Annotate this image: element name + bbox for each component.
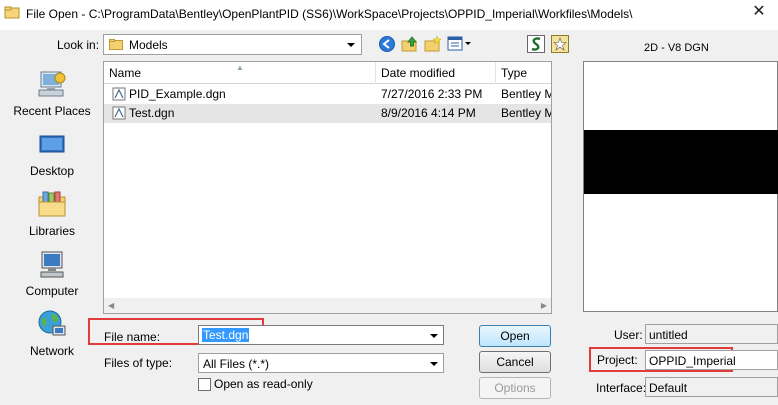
dgn-file-icon [112,87,126,101]
preview-pane [583,61,778,312]
network-icon [38,310,66,336]
view-menu-icon[interactable] [447,35,473,53]
interface-label: Interface: [596,381,647,395]
place-recent-places[interactable]: Recent Places [4,68,100,126]
file-name-label: File name: [104,330,161,344]
look-in-value: Models [129,38,168,52]
interface-value: Default [649,381,688,395]
place-label: Libraries [28,224,76,238]
scroll-right-icon[interactable]: ▶ [541,301,547,310]
column-header-date-modified[interactable]: Date modified [376,62,496,84]
file-type: Bentley M [501,87,552,101]
column-header-type[interactable]: Type [496,62,551,84]
window-title: File Open - C:\ProgramData\Bentley\OpenP… [26,7,633,21]
place-computer[interactable]: Computer [4,248,100,306]
preview-thumbnail [584,130,778,194]
look-in-combo[interactable]: Models [103,34,362,55]
read-only-label: Open as read-only [214,377,313,391]
select-config-icon[interactable] [551,35,569,53]
horizontal-scrollbar[interactable]: ◀ ▶ [104,298,551,313]
sort-ascending-icon: ▲ [236,63,244,72]
place-label: Desktop [29,164,75,178]
back-icon[interactable] [378,35,396,53]
preview-format-label: 2D - V8 DGN [644,42,709,54]
bentley-settings-icon[interactable] [527,35,545,53]
interface-field[interactable]: Default [645,377,778,397]
file-list-header: Name ▲ Date modified Type [104,62,551,84]
look-in-label: Look in: [57,38,100,52]
file-date: 8/9/2016 4:14 PM [381,106,476,120]
dgn-file-icon [112,106,126,120]
file-row[interactable]: PID_Example.dgn 7/27/2016 2:33 PM Bentle… [104,85,552,104]
user-field[interactable]: untitled [645,324,778,344]
folder-icon [109,39,123,50]
project-field[interactable]: OPPID_Imperial [645,350,778,370]
close-button[interactable]: ✕ [740,2,778,22]
project-label: Project: [597,353,638,367]
libraries-icon [38,191,66,217]
new-folder-icon[interactable] [424,35,442,53]
title-bar: File Open - C:\ProgramData\Bentley\OpenP… [0,0,778,30]
file-type-select[interactable]: All Files (*.*) [198,353,444,373]
app-icon [4,6,20,19]
chevron-down-icon[interactable] [430,362,438,366]
file-list: Name ▲ Date modified Type PID_Example.dg… [103,61,552,314]
user-label: User: [614,328,643,342]
chevron-down-icon[interactable] [430,334,438,338]
file-type-label: Files of type: [104,356,173,370]
cancel-button[interactable]: Cancel [479,351,551,373]
place-label: Computer [25,284,79,298]
file-row-selected[interactable]: Test.dgn 8/9/2016 4:14 PM Bentley M [104,104,552,123]
file-name-input[interactable]: Test.dgn [198,325,444,345]
recent-places-icon [38,71,66,97]
file-type: Bentley M [501,106,552,120]
open-button[interactable]: Open [479,325,551,347]
options-button[interactable]: Options [479,377,551,399]
desktop-icon [39,135,65,153]
file-name: Test.dgn [129,106,175,120]
places-bar: Recent Places Desktop Libraries Computer [4,64,100,360]
place-libraries[interactable]: Libraries [4,188,100,246]
file-name: PID_Example.dgn [129,87,226,101]
up-folder-icon[interactable] [401,35,419,53]
read-only-checkbox[interactable] [198,378,211,391]
place-network[interactable]: Network [4,308,100,366]
chevron-down-icon [347,43,355,47]
scroll-left-icon[interactable]: ◀ [108,301,114,310]
user-value: untitled [649,328,688,342]
place-desktop[interactable]: Desktop [4,128,100,186]
file-date: 7/27/2016 2:33 PM [381,87,483,101]
file-name-value: Test.dgn [202,328,250,342]
place-label: Network [29,344,74,358]
file-type-value: All Files (*.*) [203,357,270,371]
computer-icon [40,251,64,278]
project-value: OPPID_Imperial [649,354,736,368]
place-label: Recent Places [13,104,91,118]
